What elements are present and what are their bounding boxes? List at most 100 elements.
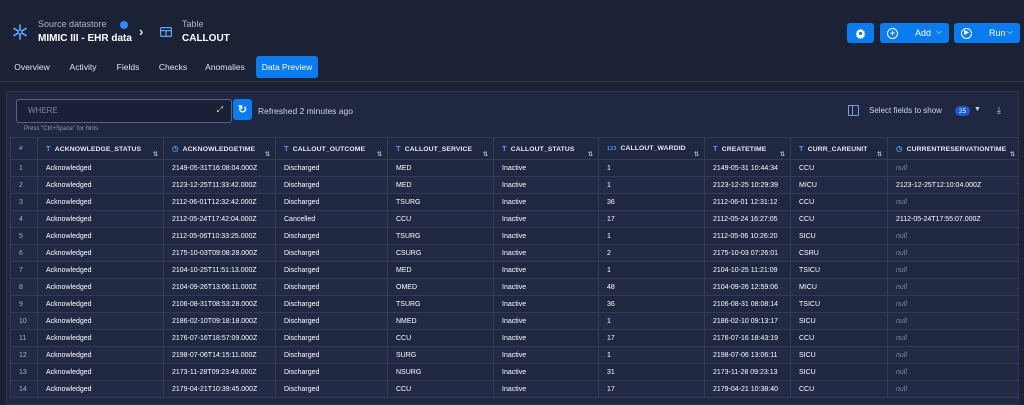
table-cell: MED	[387, 261, 494, 279]
table-row[interactable]: 4 Acknowledged 2112-05-24T17:42:04.000Z Can…	[10, 210, 1018, 228]
table-cell: Discharged	[275, 329, 388, 347]
download-icon[interactable]: ⤓	[997, 105, 1001, 116]
sort-icon[interactable]: ⇅	[877, 145, 882, 159]
table-cell: 2112-05-06 10:26:20	[704, 227, 791, 245]
sort-icon[interactable]: ⇅	[153, 145, 158, 159]
table-cell: Acknowledged	[37, 210, 164, 228]
column-header-callout-wardid[interactable]: 123 CALLOUT_WARDID ⇅	[598, 137, 705, 160]
table-body: 1 Acknowledged 2149-05-31T16:08:04.000Z Dis…	[10, 159, 1018, 398]
table-cell: SICU	[790, 363, 888, 381]
clock-type-icon: ◷	[172, 144, 179, 153]
sort-icon[interactable]: ⇅	[377, 145, 382, 159]
sort-icon[interactable]: ⇅	[265, 145, 270, 159]
settings-button[interactable]	[847, 23, 874, 43]
table-row[interactable]: 10 Acknowledged 2186-02-10T09:18:18.000Z Di…	[10, 312, 1018, 330]
tab-checks[interactable]: Checks	[153, 56, 193, 78]
fields-count-badge: 25	[955, 106, 970, 116]
table-cell: 2176-07-16T18:57:09.000Z	[163, 329, 276, 347]
info-badge-icon[interactable]	[120, 21, 128, 29]
sort-icon[interactable]: ⇅	[588, 145, 593, 159]
expand-icon[interactable]: ⤢	[217, 105, 223, 115]
refresh-button[interactable]: ↻	[233, 99, 252, 120]
row-index: 2	[10, 176, 38, 194]
row-index: 9	[10, 295, 38, 313]
column-header-callout-outcome[interactable]: T CALLOUT_OUTCOME ⇅	[275, 137, 388, 160]
refreshed-status: Refreshed 2 minutes ago	[258, 106, 353, 116]
tab-fields[interactable]: Fields	[111, 56, 145, 78]
table-cell: 2149-05-31T16:08:04.000Z	[163, 159, 276, 177]
row-index: 11	[10, 329, 38, 347]
add-button[interactable]: + Add ⌵	[880, 23, 949, 43]
table-row[interactable]: 2 Acknowledged 2123-12-25T11:33:42.000Z Dis…	[10, 176, 1018, 194]
table-row[interactable]: 14 Acknowledged 2179-04-21T10:39:45.000Z Di…	[10, 380, 1018, 398]
sort-icon[interactable]: ⇅	[694, 145, 699, 159]
select-fields-dropdown[interactable]: Select fields to show 25 ▼	[842, 101, 982, 121]
table-cell: TSURG	[387, 295, 494, 313]
table-row[interactable]: 8 Acknowledged 2104-09-26T13:06:11.000Z Dis…	[10, 278, 1018, 296]
table-row[interactable]: 13 Acknowledged 2173-11-28T09:23:49.000Z Di…	[10, 363, 1018, 381]
table-row[interactable]: 6 Acknowledged 2175-10-03T09:08:28.000Z Dis…	[10, 244, 1018, 262]
table-cell: null	[887, 159, 1018, 177]
chevron-down-icon: ⌵	[935, 27, 942, 36]
column-header-createtime[interactable]: T CREATETIME ⇅	[704, 137, 791, 160]
table-cell: null	[887, 193, 1018, 211]
table-row[interactable]: 12 Acknowledged 2198-07-06T14:15:11.000Z Di…	[10, 346, 1018, 364]
table-cell: 2175-10-03T09:08:28.000Z	[163, 244, 276, 262]
tab-activity[interactable]: Activity	[62, 56, 104, 78]
column-header-currentreservationtime[interactable]: ◷ CURRENTRESERVATIONTIME ⇅	[887, 137, 1018, 160]
tab-overview[interactable]: Overview	[7, 56, 57, 78]
table-cell: MICU	[790, 278, 888, 296]
tab-data-preview[interactable]: Data Preview	[256, 56, 318, 78]
table-cell: Acknowledged	[37, 176, 164, 194]
play-icon: ▶	[961, 27, 972, 39]
table-cell: Inactive	[493, 380, 599, 398]
table-cell: Discharged	[275, 312, 388, 330]
table-cell: CCU	[790, 329, 888, 347]
column-header-callout-status[interactable]: T CALLOUT_STATUS ⇅	[493, 137, 599, 160]
sort-icon[interactable]: ⇅	[1010, 145, 1015, 159]
table-cell: 2175-10-03 07:26:01	[704, 244, 791, 262]
table-cell: 1	[598, 346, 705, 364]
table-row[interactable]: 1 Acknowledged 2149-05-31T16:08:04.000Z Dis…	[10, 159, 1018, 177]
column-header-callout-service[interactable]: T CALLOUT_SERVICE ⇅	[387, 137, 494, 160]
table-row[interactable]: 7 Acknowledged 2104-10-25T11:51:13.000Z Dis…	[10, 261, 1018, 279]
table-cell: Discharged	[275, 295, 388, 313]
table-cell: Acknowledged	[37, 244, 164, 262]
datastore-breadcrumb[interactable]: Source datastore MIMIC III - EHR data	[38, 19, 132, 46]
table-row[interactable]: 11 Acknowledged 2176-07-16T18:57:09.000Z Di…	[10, 329, 1018, 347]
table-cell: 2123-12-25 10:29:39	[704, 176, 791, 194]
table-cell: CCU	[790, 193, 888, 211]
column-header-curr-careunit[interactable]: T CURR_CAREUNIT ⇅	[790, 137, 888, 160]
table-cell: null	[887, 244, 1018, 262]
table-cell: OMED	[387, 278, 494, 296]
table-cell: Discharged	[275, 176, 388, 194]
clock-type-icon: ◷	[896, 144, 903, 153]
table-cell: 2104-09-26T13:06:11.000Z	[163, 278, 276, 296]
table-name: CALLOUT	[182, 33, 230, 44]
table-cell: Inactive	[493, 193, 599, 211]
table-cell: Discharged	[275, 380, 388, 398]
table-header-row: # T ACKNOWLEDGE_STATUS ⇅ ◷ ACKNOWLEDGETIME ⇅ T…	[10, 137, 1018, 160]
gear-icon	[855, 28, 866, 39]
table-row[interactable]: 5 Acknowledged 2112-05-06T10:33:25.000Z Dis…	[10, 227, 1018, 245]
column-header-acknowledge-status[interactable]: T ACKNOWLEDGE_STATUS ⇅	[37, 137, 164, 160]
top-header: Source datastore MIMIC III - EHR data › …	[0, 0, 1024, 54]
run-button[interactable]: ▶ Run ⌵	[954, 23, 1020, 43]
table-cell: CCU	[387, 329, 494, 347]
table-cell: 2173-11-28 09:23:13	[704, 363, 791, 381]
table-breadcrumb[interactable]: Table CALLOUT	[182, 19, 230, 46]
table-cell: 2186-02-10T09:18:18.000Z	[163, 312, 276, 330]
table-row[interactable]: 3 Acknowledged 2112-06-01T12:32:42.000Z Dis…	[10, 193, 1018, 211]
column-header-acknowledgetime[interactable]: ◷ ACKNOWLEDGETIME ⇅	[163, 137, 276, 160]
where-input[interactable]: WHERE ⤢	[16, 99, 232, 123]
table-row[interactable]: 9 Acknowledged 2106-08-31T08:53:28.000Z Dis…	[10, 295, 1018, 313]
text-type-icon: T	[502, 144, 507, 153]
sort-icon[interactable]: ⇅	[780, 145, 785, 159]
table-cell: CSURG	[387, 244, 494, 262]
sort-icon[interactable]: ⇅	[483, 145, 488, 159]
table-cell: SICU	[790, 312, 888, 330]
table-cell: 2112-06-01 12:31:12	[704, 193, 791, 211]
column-name: CALLOUT_STATUS	[510, 146, 575, 153]
tab-anomalies[interactable]: Anomalies	[200, 56, 250, 78]
row-index: 10	[10, 312, 38, 330]
